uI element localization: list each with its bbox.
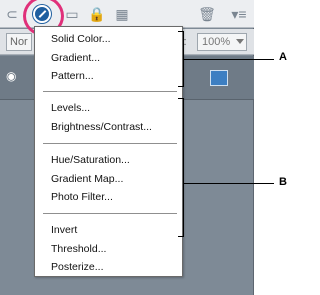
panel-menu-icon[interactable]: ▾≡ bbox=[229, 4, 249, 24]
menu-item-invert[interactable]: Invert bbox=[51, 224, 77, 236]
callout-label-a: A bbox=[279, 51, 287, 63]
callout-leader-a bbox=[184, 59, 274, 60]
blend-mode-value: Nor bbox=[10, 36, 28, 48]
callout-leader-b bbox=[184, 183, 274, 184]
adjustment-layer-menu: Solid Color... Gradient... Pattern... Le… bbox=[34, 26, 183, 277]
visibility-eye-icon[interactable]: ◉ bbox=[6, 69, 22, 85]
callout-label-b: B bbox=[279, 176, 287, 188]
lock-transparency-icon[interactable]: ▦ bbox=[112, 4, 132, 24]
menu-item-gradient-map[interactable]: Gradient Map... bbox=[51, 173, 123, 185]
opacity-field[interactable]: 100% bbox=[197, 33, 247, 51]
menu-item-threshold[interactable]: Threshold... bbox=[51, 243, 106, 255]
layer-thumbnail-icon bbox=[210, 70, 228, 86]
lock-icon[interactable]: 🔒 bbox=[87, 4, 107, 24]
link-icon[interactable]: ⊂ bbox=[2, 4, 22, 24]
opacity-value: 100% bbox=[202, 36, 231, 48]
menu-item-hue-saturation[interactable]: Hue/Saturation... bbox=[51, 154, 130, 166]
menu-item-photo-filter[interactable]: Photo Filter... bbox=[51, 191, 113, 203]
menu-item-pattern[interactable]: Pattern... bbox=[51, 70, 94, 82]
menu-item-brightness-contrast[interactable]: Brightness/Contrast... bbox=[51, 121, 152, 133]
menu-item-gradient[interactable]: Gradient... bbox=[51, 52, 100, 64]
menu-separator bbox=[43, 143, 177, 144]
trash-icon[interactable]: 🗑 bbox=[197, 4, 217, 24]
mask-icon[interactable]: ▭ bbox=[62, 4, 82, 24]
callout-bracket-b bbox=[178, 98, 184, 237]
blend-mode-select[interactable]: Nor bbox=[6, 33, 32, 51]
menu-item-levels[interactable]: Levels... bbox=[51, 102, 90, 114]
menu-separator bbox=[43, 91, 177, 92]
menu-item-solid-color[interactable]: Solid Color... bbox=[51, 33, 111, 45]
menu-separator bbox=[43, 213, 177, 214]
menu-item-posterize[interactable]: Posterize... bbox=[51, 261, 104, 273]
chevron-down-icon[interactable] bbox=[236, 39, 244, 44]
